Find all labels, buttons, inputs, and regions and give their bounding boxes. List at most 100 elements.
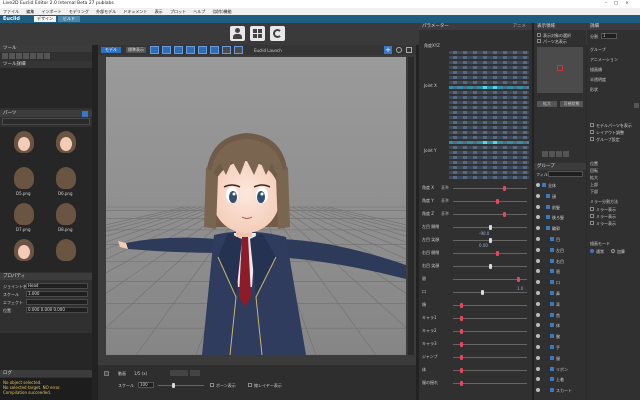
keyform-cell[interactable] — [493, 176, 497, 179]
eye-icon[interactable] — [536, 366, 540, 371]
slider-knob[interactable] — [488, 225, 492, 230]
keyform-cell[interactable] — [463, 121, 467, 124]
keyform-row[interactable] — [449, 81, 529, 84]
keyform-cell[interactable] — [493, 146, 497, 149]
radio-add[interactable] — [611, 249, 615, 253]
keyform-row[interactable] — [449, 176, 529, 179]
keyform-cell[interactable] — [513, 96, 517, 99]
keyform-cell[interactable] — [523, 91, 527, 94]
keyform-cell[interactable] — [503, 121, 507, 124]
keyform-cell[interactable] — [453, 81, 457, 84]
refresh-icon[interactable] — [270, 26, 285, 41]
keyform-cell[interactable] — [453, 76, 457, 79]
menu-modeling[interactable]: モデリング — [69, 9, 89, 14]
keyform-cell[interactable] — [493, 116, 497, 119]
slider-knob[interactable] — [460, 316, 464, 321]
menu-import[interactable]: インポート — [42, 9, 62, 14]
keyform-cell[interactable] — [493, 106, 497, 109]
keyform-cell[interactable] — [503, 76, 507, 79]
eye-icon[interactable] — [536, 215, 540, 220]
keyform-cell[interactable] — [483, 156, 487, 159]
keyform-cell[interactable] — [503, 81, 507, 84]
keyform-cell[interactable] — [513, 86, 517, 89]
slider-knob[interactable] — [502, 186, 506, 191]
frame-icon[interactable] — [406, 47, 412, 53]
keyform-cell[interactable] — [453, 111, 457, 114]
menu-document[interactable]: ドキュメント — [123, 9, 147, 14]
keyform-cell[interactable] — [523, 51, 527, 54]
keyform-row[interactable] — [449, 141, 529, 144]
parts-search-input[interactable] — [2, 118, 90, 125]
group-item[interactable]: 服 — [534, 353, 586, 363]
minimap[interactable] — [537, 47, 583, 93]
slider-track[interactable] — [453, 279, 527, 280]
keyform-row[interactable] — [449, 171, 529, 174]
display-btn-a[interactable]: 拡大 — [537, 101, 557, 107]
keyform-cell[interactable] — [523, 81, 527, 84]
keyform-cell[interactable] — [463, 136, 467, 139]
eye-icon[interactable] — [536, 204, 540, 209]
keyform-cell[interactable] — [493, 126, 497, 129]
keyform-cell[interactable] — [493, 86, 497, 89]
keyform-cell[interactable] — [503, 91, 507, 94]
record-checkbox[interactable] — [104, 371, 109, 376]
bone-checkbox[interactable] — [210, 383, 214, 387]
display-check-a[interactable] — [537, 33, 541, 37]
keyform-cell[interactable] — [463, 76, 467, 79]
keyform-cell[interactable] — [513, 141, 517, 144]
radio-normal[interactable] — [590, 249, 594, 253]
scale-slider-track[interactable] — [158, 385, 204, 386]
keyform-row[interactable] — [449, 136, 529, 139]
eye-icon[interactable] — [536, 269, 540, 274]
slider-track[interactable] — [453, 188, 527, 189]
keyform-row[interactable] — [449, 116, 529, 119]
keyform-row[interactable] — [449, 56, 529, 59]
keyform-row[interactable] — [449, 161, 529, 164]
mesh-input[interactable]: 1 — [601, 33, 617, 39]
mode-button[interactable]: モデル — [101, 47, 121, 53]
link-icon[interactable] — [556, 151, 562, 157]
keyform-cell[interactable] — [453, 96, 457, 99]
part-thumb[interactable] — [48, 237, 84, 271]
keyform-cell[interactable] — [513, 161, 517, 164]
keyform-cell[interactable] — [523, 151, 527, 154]
keyform-cell[interactable] — [473, 161, 477, 164]
keyform-cell[interactable] — [493, 101, 497, 104]
group-search-input[interactable] — [548, 171, 583, 177]
keyform-cell[interactable] — [453, 61, 457, 64]
keyform-cell[interactable] — [463, 106, 467, 109]
keyform-cell[interactable] — [473, 71, 477, 74]
keyform-cell[interactable] — [473, 51, 477, 54]
keyform-cell[interactable] — [483, 76, 487, 79]
keyform-cell[interactable] — [483, 116, 487, 119]
keyform-cell[interactable] — [503, 66, 507, 69]
keyform-cell[interactable] — [453, 56, 457, 59]
keyform-cell[interactable] — [523, 171, 527, 174]
keyform-row[interactable] — [449, 111, 529, 114]
keyform-cell[interactable] — [513, 166, 517, 169]
keyform-cell[interactable] — [473, 91, 477, 94]
slider-track[interactable] — [453, 305, 527, 306]
zoom-icon[interactable] — [210, 46, 219, 54]
trash-icon[interactable] — [563, 151, 569, 157]
keyform-row[interactable] — [449, 91, 529, 94]
keyform-cell[interactable] — [503, 176, 507, 179]
slider-knob[interactable] — [502, 212, 506, 217]
keyform-cell[interactable] — [483, 146, 487, 149]
mirror-check[interactable] — [590, 214, 594, 218]
part-thumb[interactable] — [6, 129, 42, 163]
keyform-cell[interactable] — [523, 86, 527, 89]
detail-list-check[interactable] — [590, 137, 594, 141]
group-item[interactable]: 腕 — [534, 331, 586, 341]
keyform-row[interactable] — [449, 131, 529, 134]
keyform-cell[interactable] — [503, 96, 507, 99]
slider-track[interactable] — [453, 370, 527, 371]
keyform-cell[interactable] — [463, 66, 467, 69]
keyform-cell[interactable] — [513, 136, 517, 139]
keyform-row[interactable] — [449, 76, 529, 79]
keyform-cell[interactable] — [483, 151, 487, 154]
keyform-cell[interactable] — [503, 111, 507, 114]
prop-value-input[interactable]: 0.000 0.000 0.000 — [26, 307, 88, 313]
keyform-row[interactable] — [449, 66, 529, 69]
keyform-cell[interactable] — [503, 86, 507, 89]
